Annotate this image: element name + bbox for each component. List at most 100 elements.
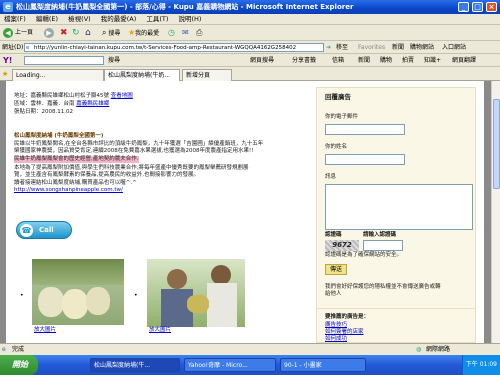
sidebar-heading: 回覆廣告 (325, 93, 351, 101)
page-done-icon: e (2, 346, 6, 353)
address-line: 地址：嘉義縣民雄鄉松山村松子腳45號 查看地圖 (14, 93, 133, 99)
farmers-photo-2[interactable] (147, 259, 245, 327)
ie-logo-icon: e (3, 2, 13, 12)
stop-icon[interactable]: ✖ (60, 27, 68, 39)
message-label: 訊息 (325, 174, 337, 180)
para1-line2: 榮獲國家神農獎，因品質受肯定,連續2008在免費嘉水果選拔,也獲選為2008年度… (14, 148, 254, 154)
web-page: 地址：嘉義縣民雄鄉松山村松子腳45號 查看地圖 區域：雲林．嘉義．台南 嘉義縣民… (6, 81, 484, 343)
email-field[interactable] (325, 124, 405, 135)
favorites-button[interactable]: ★我的最愛 (128, 27, 159, 39)
region-link[interactable]: 嘉義縣民雄鄉 (76, 101, 109, 107)
captcha-hint: 請輸入認證碼 (363, 232, 397, 238)
captcha-image: 9672 (325, 240, 359, 251)
menu-tools[interactable]: 工具(T) (146, 15, 168, 23)
web-search-button[interactable]: 網頁搜尋 (250, 54, 274, 67)
related-link[interactable]: 如何簽署的店家 (325, 329, 364, 336)
scrollbar-thumb[interactable] (493, 99, 500, 189)
website-link[interactable]: http://www.songshanpineapple.com.tw/ (14, 187, 123, 194)
related-link[interactable]: 廣告技巧 (325, 322, 347, 329)
captcha-note: 認證碼是為了確保網站的安全。 (325, 252, 403, 258)
auction-button[interactable]: 拍賣 (402, 54, 414, 67)
pineapple-photo-1[interactable] (32, 259, 124, 325)
forward-arrow-icon: ▶ (44, 27, 54, 38)
photo2-caption[interactable]: 放大圖片 (149, 327, 171, 334)
back-button[interactable]: ◀ 上一頁 (3, 27, 33, 39)
close-icon[interactable]: × (486, 2, 497, 12)
captcha-label: 認證碼 (325, 232, 342, 238)
para3-line1: 讀者接連結松山鳳梨度納埔,購買產品也可以喔^.^ (14, 180, 137, 186)
navigation-toolbar: ◀ 上一頁 ▶ ✖ ↻ ⌂ ⌕ 搜尋 ★我的最愛 ◷ ✉ ⎙ (0, 25, 500, 41)
email-label: 你的電子郵件 (325, 114, 359, 120)
task-ie-yahoo[interactable]: Yahoo!奇摩 - Micro... (184, 358, 276, 372)
home-icon[interactable]: ⌂ (85, 27, 91, 39)
menu-file[interactable]: 檔案(F) (4, 15, 26, 23)
photo1-caption[interactable]: 放大圖片 (34, 327, 56, 334)
menu-view[interactable]: 檢視(V) (68, 15, 91, 23)
link-news[interactable]: 新聞 (392, 41, 404, 54)
window-titlebar: e 松山鳳梨度納埔(牛奶鳳梨全國第一) - 部落/心得 - Kupu 嘉義購物網… (0, 0, 500, 14)
back-arrow-icon: ◀ (3, 27, 13, 38)
para2-line1: 本地為了提高鳳梨附加價值,與學生們科技農業合作,將每年盛產中優秀既要的鳳梨舉薦研… (14, 165, 249, 171)
window-title: 松山鳳梨度納埔(牛奶鳳梨全國第一) - 部落/心得 - Kupu 嘉義購物網站 … (16, 3, 354, 11)
privacy-note-line1: 我們會好好保護您的隱私權並不會傳送廣告或轉 (325, 284, 441, 290)
address-input[interactable]: e http://yunlin-chiayi-tainan.kupu.com.t… (24, 43, 324, 52)
globe-icon: ◍ (416, 346, 422, 353)
tab-loading[interactable]: Loading... (12, 69, 104, 81)
related-link[interactable]: 如何成功 (325, 336, 347, 343)
tab-current[interactable]: 松山鳳梨度納埔(牛奶... (104, 69, 180, 81)
print-icon[interactable]: ⎙ (196, 27, 202, 39)
knowledge-button[interactable]: 知識+ (424, 54, 441, 67)
call-me-button[interactable]: ☎ Call me! (16, 221, 72, 250)
publish-date: 張貼日期：2008.11.02 (14, 109, 73, 115)
link-portal[interactable]: 入口網站 (442, 41, 466, 54)
vertical-scrollbar[interactable] (491, 81, 500, 343)
translate-button[interactable]: 網頁翻譯 (452, 54, 476, 67)
map-link[interactable]: 查看地圖 (111, 93, 133, 99)
history-icon[interactable]: ◷ (168, 27, 175, 39)
menu-bar: 檔案(F) 編輯(E) 檢視(V) 我的最愛(A) 工具(T) 說明(H) (0, 14, 500, 25)
mail-icon[interactable]: ✉ (182, 27, 189, 39)
browser-viewport: 地址：嘉義縣民雄鄉松山村松子腳45號 查看地圖 區域：雲林．嘉義．台南 嘉義縣民… (0, 81, 491, 343)
message-textarea[interactable] (325, 184, 473, 230)
menu-edit[interactable]: 編輯(E) (36, 15, 58, 23)
news-button[interactable]: 新聞 (358, 54, 370, 67)
yahoo-search-input[interactable] (24, 56, 104, 65)
para1-line1: 民雄以牛奶鳳梨聞名,在全台各縣市評比的頂級牛奶鳳梨，九十年獲選「吉園圃」績優產銷… (14, 141, 264, 147)
windows-taskbar: 開始 松山鳳梨度納埔(牛... Yahoo!奇摩 - Micro... 90-1… (0, 355, 500, 375)
yahoo-toolbar: Y! 搜尋 網頁搜尋 分享書籤 信箱 新聞 購物 拍賣 知識+ 網頁翻譯 (0, 54, 500, 67)
menu-help[interactable]: 說明(H) (179, 15, 202, 23)
start-button[interactable]: 開始 (0, 355, 38, 375)
send-button[interactable]: 傳送 (325, 264, 347, 275)
mail-button[interactable]: 信箱 (332, 54, 344, 67)
captcha-input[interactable] (363, 240, 403, 251)
favorites-star-icon[interactable]: ★ (2, 70, 8, 78)
go-arrow-icon[interactable]: ➜ (326, 41, 331, 54)
tab-new[interactable]: 新增分頁 (182, 69, 232, 81)
maximize-icon[interactable]: □ (472, 2, 483, 12)
refresh-icon[interactable]: ↻ (72, 27, 80, 39)
task-ie-current[interactable]: 松山鳳梨度納埔(牛... (90, 358, 180, 372)
clock: 下午 01:09 (465, 361, 497, 368)
menu-favorites[interactable]: 我的最愛(A) (101, 15, 137, 23)
shopping-button[interactable]: 購物 (380, 54, 392, 67)
link-shopping[interactable]: 購物網站 (410, 41, 434, 54)
page-icon: e (26, 45, 30, 51)
address-bar: 網址(D) e http://yunlin-chiayi-tainan.kupu… (0, 41, 500, 54)
status-bar: e 完成 ◍ 網際網路 (0, 343, 500, 355)
related-heading: 要推薦的廣告是： (325, 314, 370, 320)
share-bookmark-button[interactable]: 分享書籤 (292, 54, 316, 67)
minimize-icon[interactable]: _ (458, 2, 469, 12)
forward-button[interactable]: ▶ (44, 27, 56, 39)
bullet-icon: • (134, 292, 138, 299)
phone-icon: ☎ (20, 224, 33, 237)
name-label: 你的姓名 (325, 144, 348, 150)
address-label: 網址(D) (2, 44, 24, 51)
name-field[interactable] (325, 154, 405, 165)
task-paint[interactable]: 90-1 - 小畫家 (280, 358, 366, 372)
yahoo-search-button[interactable]: 搜尋 (108, 54, 120, 67)
tab-bar: ★ Loading... 松山鳳梨度納埔(牛奶... 新增分頁 (0, 67, 500, 81)
search-button[interactable]: ⌕ 搜尋 (102, 27, 120, 39)
system-tray: 下午 01:09 (462, 355, 500, 375)
go-button[interactable]: 移至 (336, 41, 348, 54)
zone-text: 網際網路 (426, 346, 451, 353)
